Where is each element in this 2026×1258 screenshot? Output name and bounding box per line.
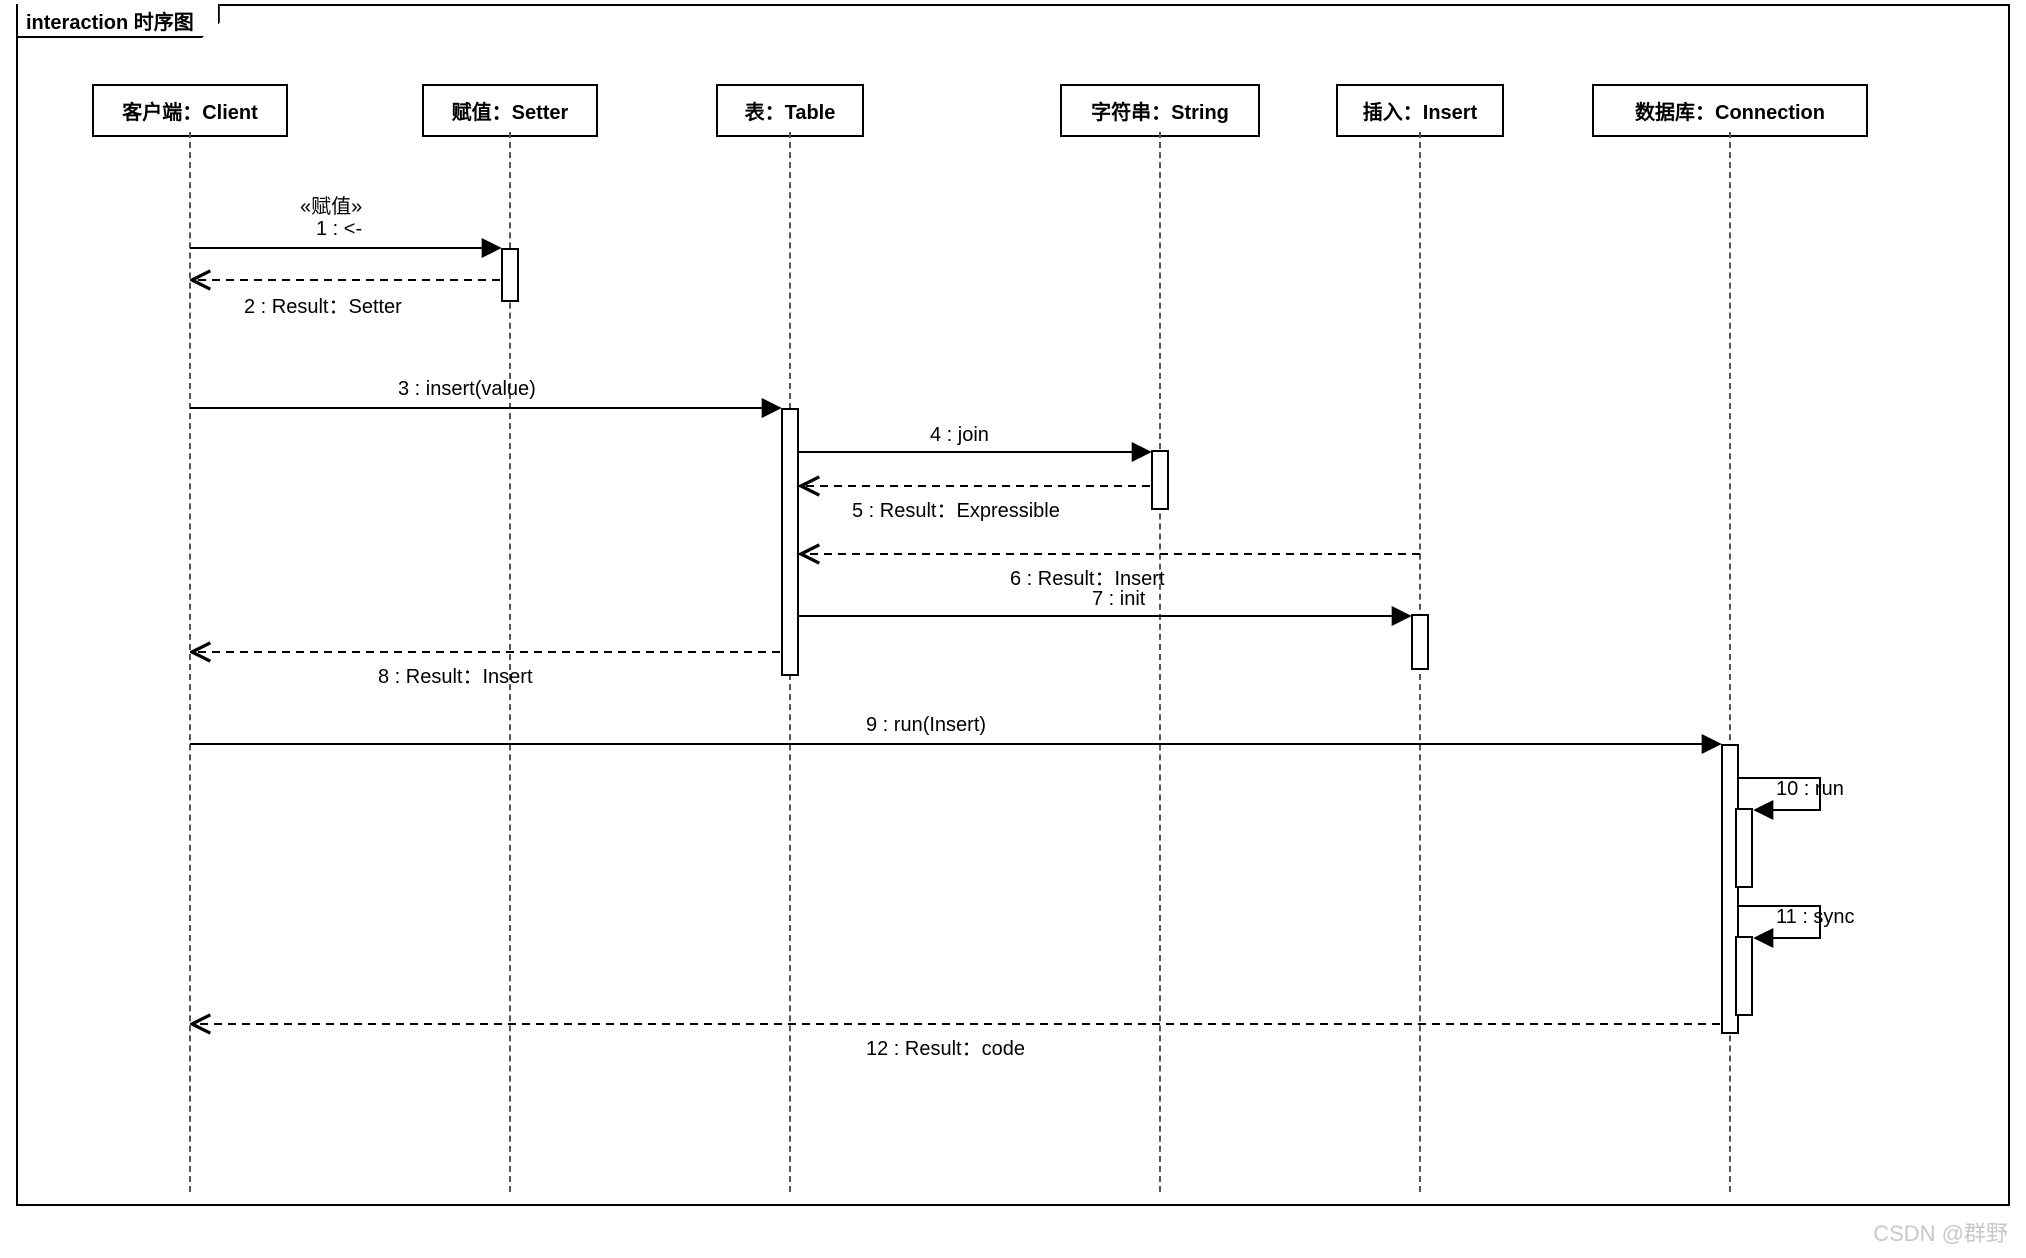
- lifeline-client: [189, 132, 191, 1192]
- participant-table: 表：Table: [716, 84, 864, 137]
- label-m1-stereo: «赋值»: [300, 190, 362, 219]
- activation-string-1: [1151, 450, 1169, 510]
- frame-title: interaction 时序图: [16, 4, 220, 38]
- activation-setter-1: [501, 248, 519, 302]
- label-m10: 10 : run: [1776, 778, 1844, 801]
- participant-setter: 赋值：Setter: [422, 84, 598, 137]
- label-m1: 1 : <-: [316, 218, 362, 241]
- participant-insert: 插入：Insert: [1336, 84, 1504, 137]
- watermark: CSDN @群野: [1873, 1216, 2008, 1248]
- activation-insert-1: [1411, 614, 1429, 670]
- label-m6: 6 : Result：Insert: [1010, 562, 1165, 591]
- label-m9: 9 : run(Insert): [866, 714, 986, 737]
- label-m3: 3 : insert(value): [398, 378, 536, 401]
- participant-connection: 数据库：Connection: [1592, 84, 1868, 137]
- activation-table-1: [781, 408, 799, 676]
- activation-connection-run: [1735, 808, 1753, 888]
- lifeline-string: [1159, 132, 1161, 1192]
- label-m7: 7 : init: [1092, 588, 1145, 611]
- label-m5: 5 : Result：Expressible: [852, 494, 1060, 523]
- activation-connection-sync: [1735, 936, 1753, 1016]
- diagram-frame: [16, 4, 2010, 1206]
- participant-client: 客户端：Client: [92, 84, 288, 137]
- diagram-canvas: interaction 时序图 客户端：Client 赋值：Setter 表：T…: [0, 0, 2026, 1258]
- label-m4: 4 : join: [930, 424, 989, 447]
- label-m12: 12 : Result：code: [866, 1032, 1025, 1061]
- participant-string: 字符串：String: [1060, 84, 1260, 137]
- label-m8: 8 : Result：Insert: [378, 660, 533, 689]
- label-m2: 2 : Result：Setter: [244, 290, 402, 319]
- label-m11: 11 : sync: [1776, 906, 1855, 929]
